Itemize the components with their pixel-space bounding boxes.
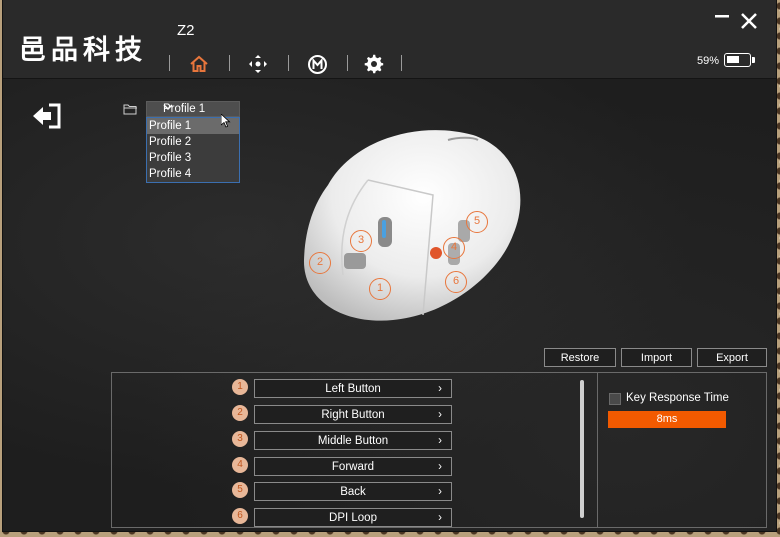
nav-divider xyxy=(229,55,230,71)
macro-icon[interactable] xyxy=(305,52,329,76)
button-number-badge: 2 xyxy=(232,405,248,421)
folder-icon[interactable] xyxy=(123,102,138,120)
profile-option[interactable]: Profile 2 xyxy=(147,134,239,150)
mouse-marker-3: 3 xyxy=(350,230,372,252)
profile-option[interactable]: Profile 3 xyxy=(147,150,239,166)
mouse-illustration xyxy=(298,125,528,325)
panel-divider xyxy=(597,372,598,528)
button-mapping-left[interactable]: Left Button › xyxy=(254,379,452,398)
scrollbar[interactable] xyxy=(580,380,584,518)
battery-percent: 59% xyxy=(697,55,720,67)
title-bar: 邑品科技 Z2 59% xyxy=(3,0,776,79)
button-mapping-label: DPI Loop xyxy=(329,512,377,524)
mouse-marker-2: 2 xyxy=(309,252,331,274)
app-window: 邑品科技 Z2 59% Profile 1 Profile 1 Profile … xyxy=(3,0,776,531)
import-button[interactable]: Import xyxy=(621,348,692,367)
battery-icon xyxy=(724,53,751,67)
mouse-cursor-icon xyxy=(220,113,231,133)
minimize-icon[interactable] xyxy=(714,8,730,29)
chevron-right-icon: › xyxy=(438,435,442,447)
mouse-marker-1: 1 xyxy=(369,278,391,300)
mouse-marker-5: 5 xyxy=(466,211,488,233)
button-mapping-label: Forward xyxy=(331,461,375,473)
button-number-badge: 3 xyxy=(232,431,248,447)
nav-divider xyxy=(169,55,170,71)
button-mapping-label: Left Button xyxy=(325,383,381,395)
brand-logo: 邑品科技 xyxy=(19,35,147,66)
chevron-right-icon: › xyxy=(438,383,442,395)
restore-button[interactable]: Restore xyxy=(544,348,616,367)
chevron-right-icon: › xyxy=(438,512,442,524)
button-mapping-label: Back xyxy=(340,486,366,498)
battery-terminal xyxy=(752,57,755,63)
mouse-marker-4: 4 xyxy=(443,237,465,259)
button-mapping-label: Right Button xyxy=(321,409,385,421)
mouse-marker-6: 6 xyxy=(445,271,467,293)
button-number-badge: 1 xyxy=(232,379,248,395)
home-icon[interactable] xyxy=(187,52,211,76)
key-response-label: Key Response Time xyxy=(626,392,729,404)
key-response-checkbox[interactable] xyxy=(609,393,621,405)
button-number-badge: 4 xyxy=(232,457,248,473)
close-icon[interactable] xyxy=(740,12,758,35)
button-number-badge: 5 xyxy=(232,482,248,498)
button-mapping-forward[interactable]: Forward › xyxy=(254,457,452,476)
model-name: Z2 xyxy=(177,22,195,39)
button-mapping-back[interactable]: Back › xyxy=(254,482,452,501)
nav-divider xyxy=(288,55,289,71)
button-mapping-dpi-loop[interactable]: DPI Loop › xyxy=(254,508,452,527)
button-mapping-right[interactable]: Right Button › xyxy=(254,405,452,424)
chevron-right-icon: › xyxy=(438,461,442,473)
key-response-value-button[interactable]: 8ms xyxy=(608,411,726,428)
button-number-badge: 6 xyxy=(232,508,248,524)
battery-level xyxy=(727,56,739,63)
nav-divider xyxy=(347,55,348,71)
exit-icon[interactable] xyxy=(31,103,63,134)
profile-option[interactable]: Profile 4 xyxy=(147,166,239,182)
dpad-icon[interactable] xyxy=(246,52,270,76)
export-button[interactable]: Export xyxy=(697,348,767,367)
button-mapping-middle[interactable]: Middle Button › xyxy=(254,431,452,450)
settings-icon[interactable] xyxy=(362,52,386,76)
button-mapping-label: Middle Button xyxy=(317,435,389,447)
chevron-right-icon: › xyxy=(438,409,442,421)
chevron-right-icon: › xyxy=(438,486,442,498)
nav-divider xyxy=(401,55,402,71)
